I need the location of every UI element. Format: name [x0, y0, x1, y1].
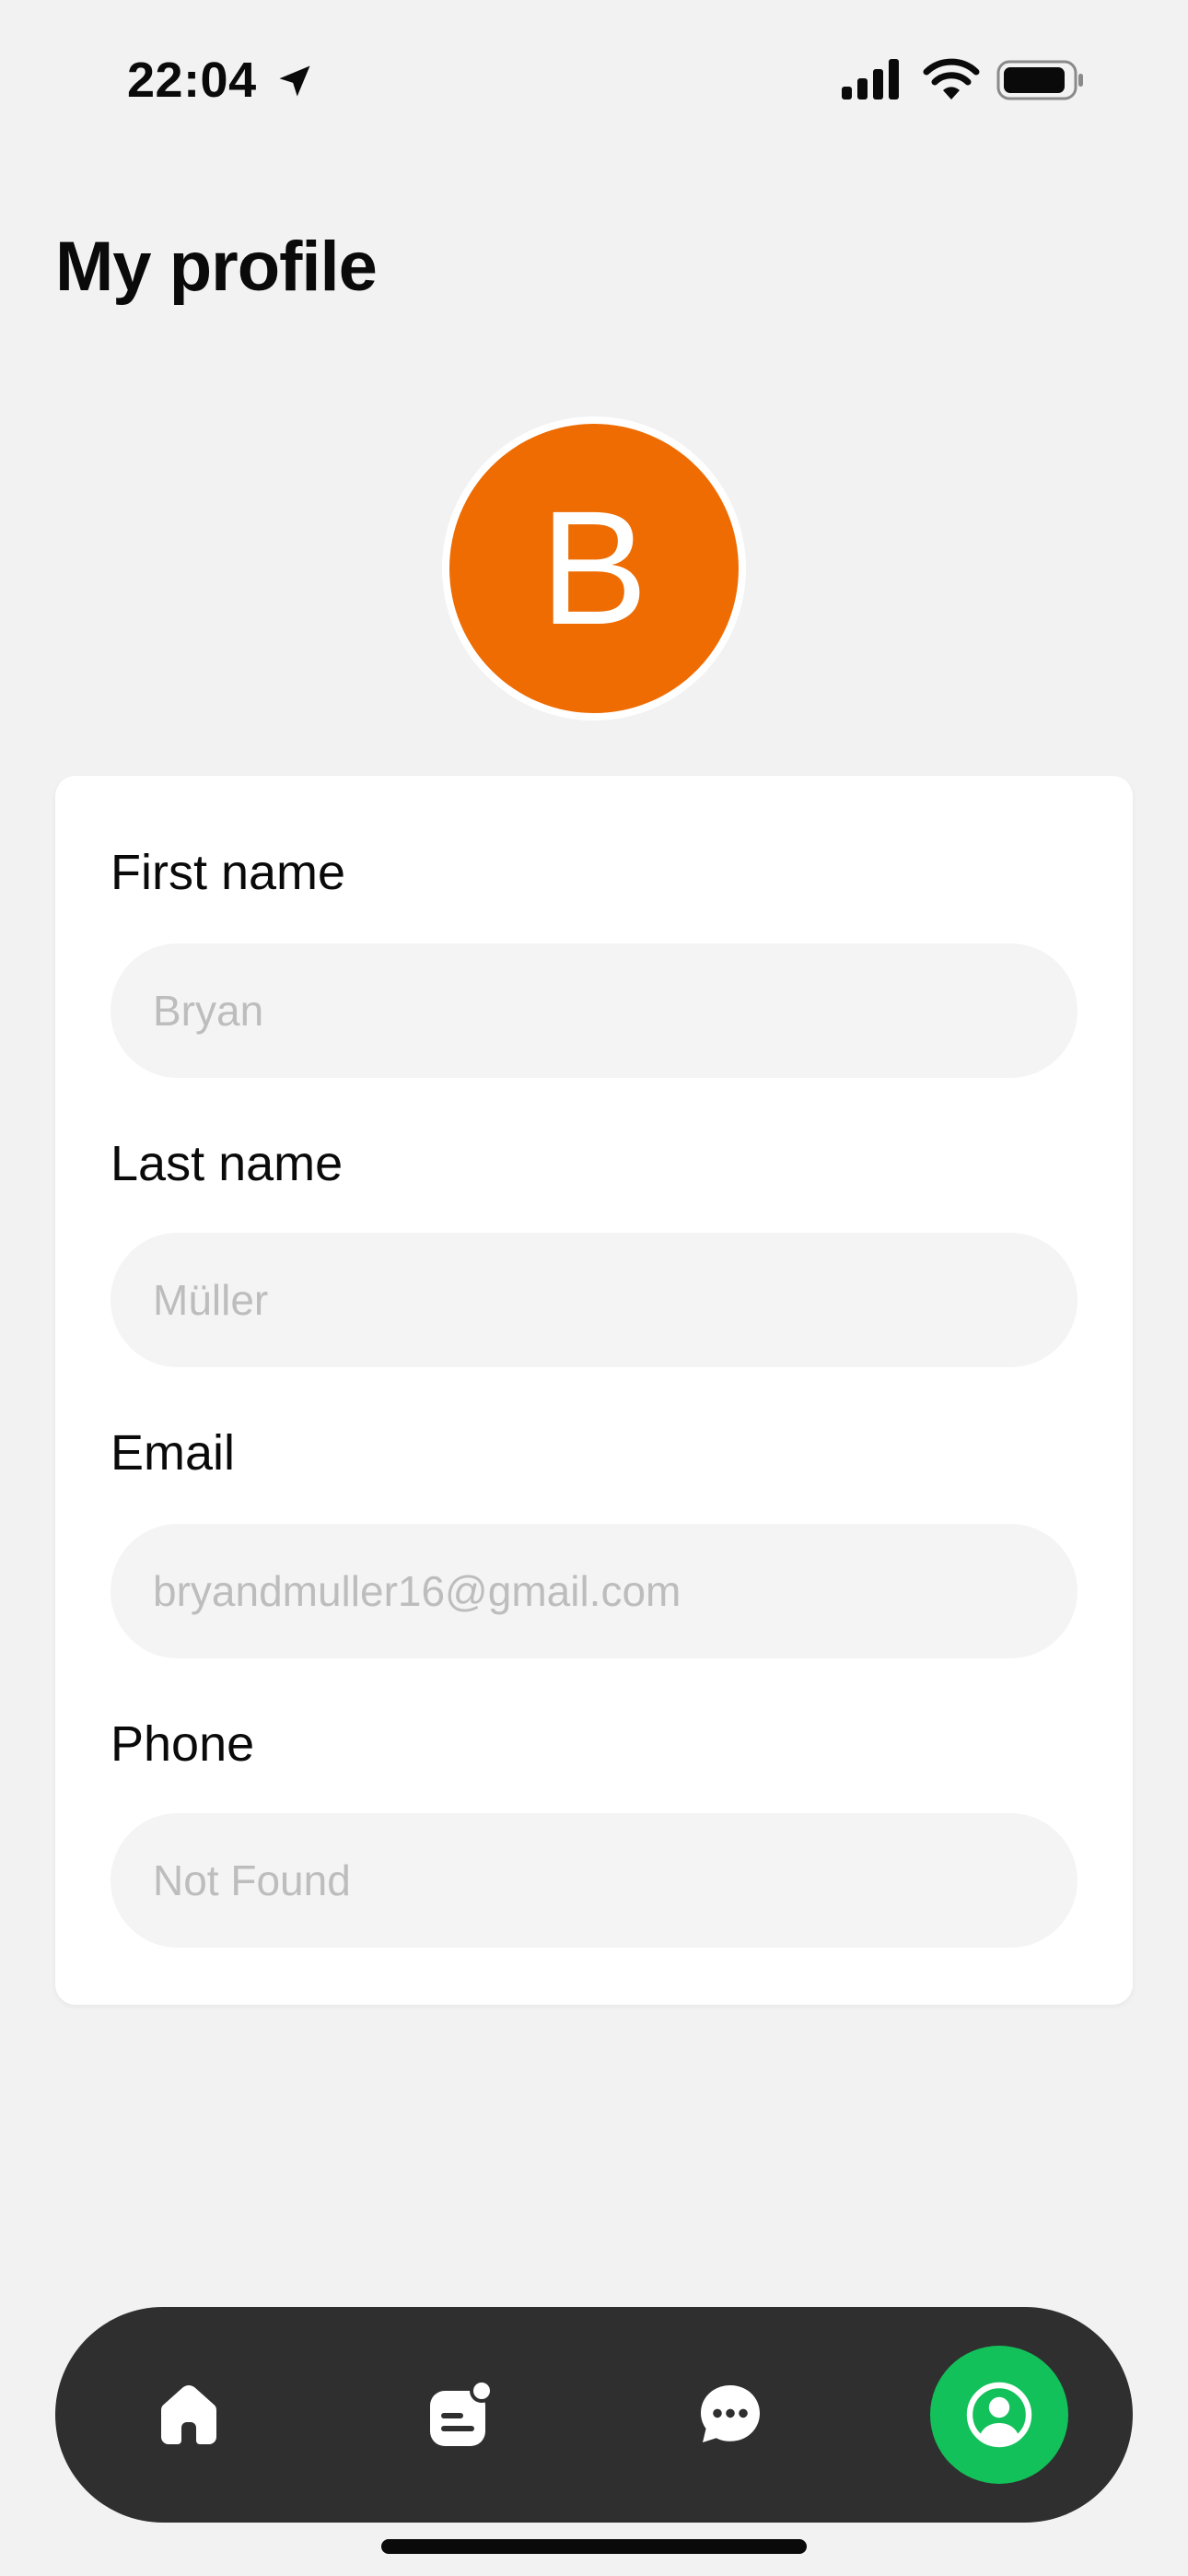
- page-title: My profile: [55, 228, 378, 306]
- phone-label: Phone: [111, 1716, 255, 1772]
- nav-home-button[interactable]: [120, 2346, 258, 2484]
- bottom-navigation: [55, 2307, 1133, 2523]
- chat-icon: [701, 2385, 760, 2442]
- profile-icon: [966, 2382, 1032, 2448]
- status-bar: 22:04: [0, 0, 1188, 157]
- email-label: Email: [111, 1425, 236, 1481]
- avatar-initial: B: [449, 424, 739, 713]
- first-name-label: First name: [111, 845, 346, 900]
- nav-chat-button[interactable]: [661, 2346, 799, 2484]
- location-arrow-icon: [279, 65, 310, 97]
- nav-profile-button[interactable]: [930, 2346, 1068, 2484]
- avatar[interactable]: B: [442, 416, 746, 720]
- home-indicator: [381, 2539, 807, 2554]
- profile-card: First name Last name Email Phone: [55, 776, 1133, 2005]
- wifi-icon: [923, 58, 980, 100]
- last-name-input[interactable]: [111, 1233, 1077, 1367]
- document-icon: [430, 2379, 494, 2446]
- cellular-signal-icon: [842, 59, 899, 100]
- first-name-input[interactable]: [111, 943, 1077, 1078]
- phone-input[interactable]: [111, 1813, 1077, 1948]
- email-input[interactable]: [111, 1524, 1077, 1658]
- battery-icon: [996, 60, 1083, 100]
- last-name-label: Last name: [111, 1136, 344, 1191]
- nav-documents-button[interactable]: [390, 2346, 529, 2484]
- home-icon: [161, 2385, 216, 2444]
- status-time: 22:04: [127, 53, 257, 108]
